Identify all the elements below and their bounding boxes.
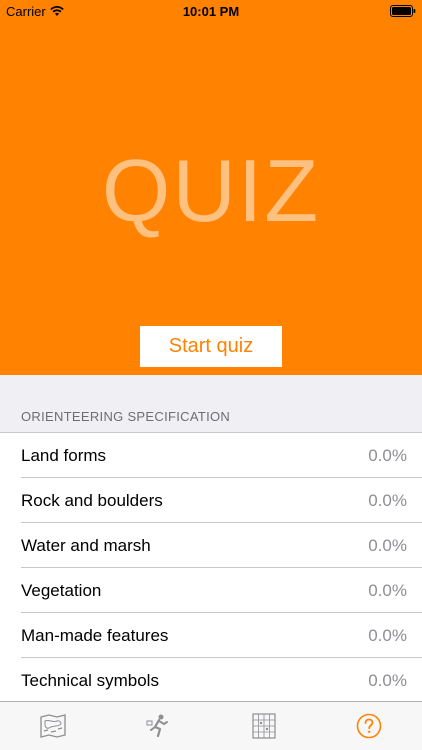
tab-runner[interactable] bbox=[128, 704, 188, 748]
start-quiz-button[interactable]: Start quiz bbox=[140, 326, 282, 367]
runner-icon bbox=[146, 714, 169, 738]
list-item[interactable]: Technical symbols 0.0% bbox=[0, 658, 422, 703]
list-item[interactable]: Man-made features 0.0% bbox=[0, 613, 422, 658]
status-bar: Carrier 10:01 PM bbox=[0, 0, 422, 22]
tab-help[interactable] bbox=[339, 704, 399, 748]
quiz-hero: Carrier 10:01 PM QUIZ Start quiz bbox=[0, 0, 422, 375]
category-list: Land forms 0.0% Rock and boulders 0.0% W… bbox=[0, 432, 422, 703]
category-score: 0.0% bbox=[368, 670, 407, 690]
help-icon bbox=[356, 713, 382, 739]
category-score: 0.0% bbox=[368, 490, 407, 510]
list-item[interactable]: Vegetation 0.0% bbox=[0, 568, 422, 613]
category-score: 0.0% bbox=[368, 625, 407, 645]
category-score: 0.0% bbox=[368, 535, 407, 555]
category-label: Technical symbols bbox=[21, 670, 159, 690]
quiz-title: QUIZ bbox=[101, 141, 321, 240]
symbols-grid-icon bbox=[252, 713, 276, 739]
category-score: 0.0% bbox=[368, 445, 407, 465]
category-score: 0.0% bbox=[368, 580, 407, 600]
tab-map[interactable] bbox=[23, 704, 83, 748]
battery-icon bbox=[390, 5, 416, 17]
map-icon bbox=[40, 714, 66, 738]
category-label: Water and marsh bbox=[21, 535, 151, 555]
list-item[interactable]: Rock and boulders 0.0% bbox=[0, 478, 422, 523]
list-item[interactable]: Water and marsh 0.0% bbox=[0, 523, 422, 568]
section-header: ORIENTEERING SPECIFICATION bbox=[21, 409, 231, 424]
category-label: Vegetation bbox=[21, 580, 102, 600]
status-time: 10:01 PM bbox=[182, 4, 240, 19]
category-label: Man-made features bbox=[21, 625, 169, 645]
tab-bar bbox=[0, 701, 422, 750]
category-label: Rock and boulders bbox=[21, 490, 163, 510]
list-item[interactable]: Land forms 0.0% bbox=[0, 433, 422, 478]
tab-symbols[interactable] bbox=[234, 704, 294, 748]
category-label: Land forms bbox=[21, 445, 107, 465]
